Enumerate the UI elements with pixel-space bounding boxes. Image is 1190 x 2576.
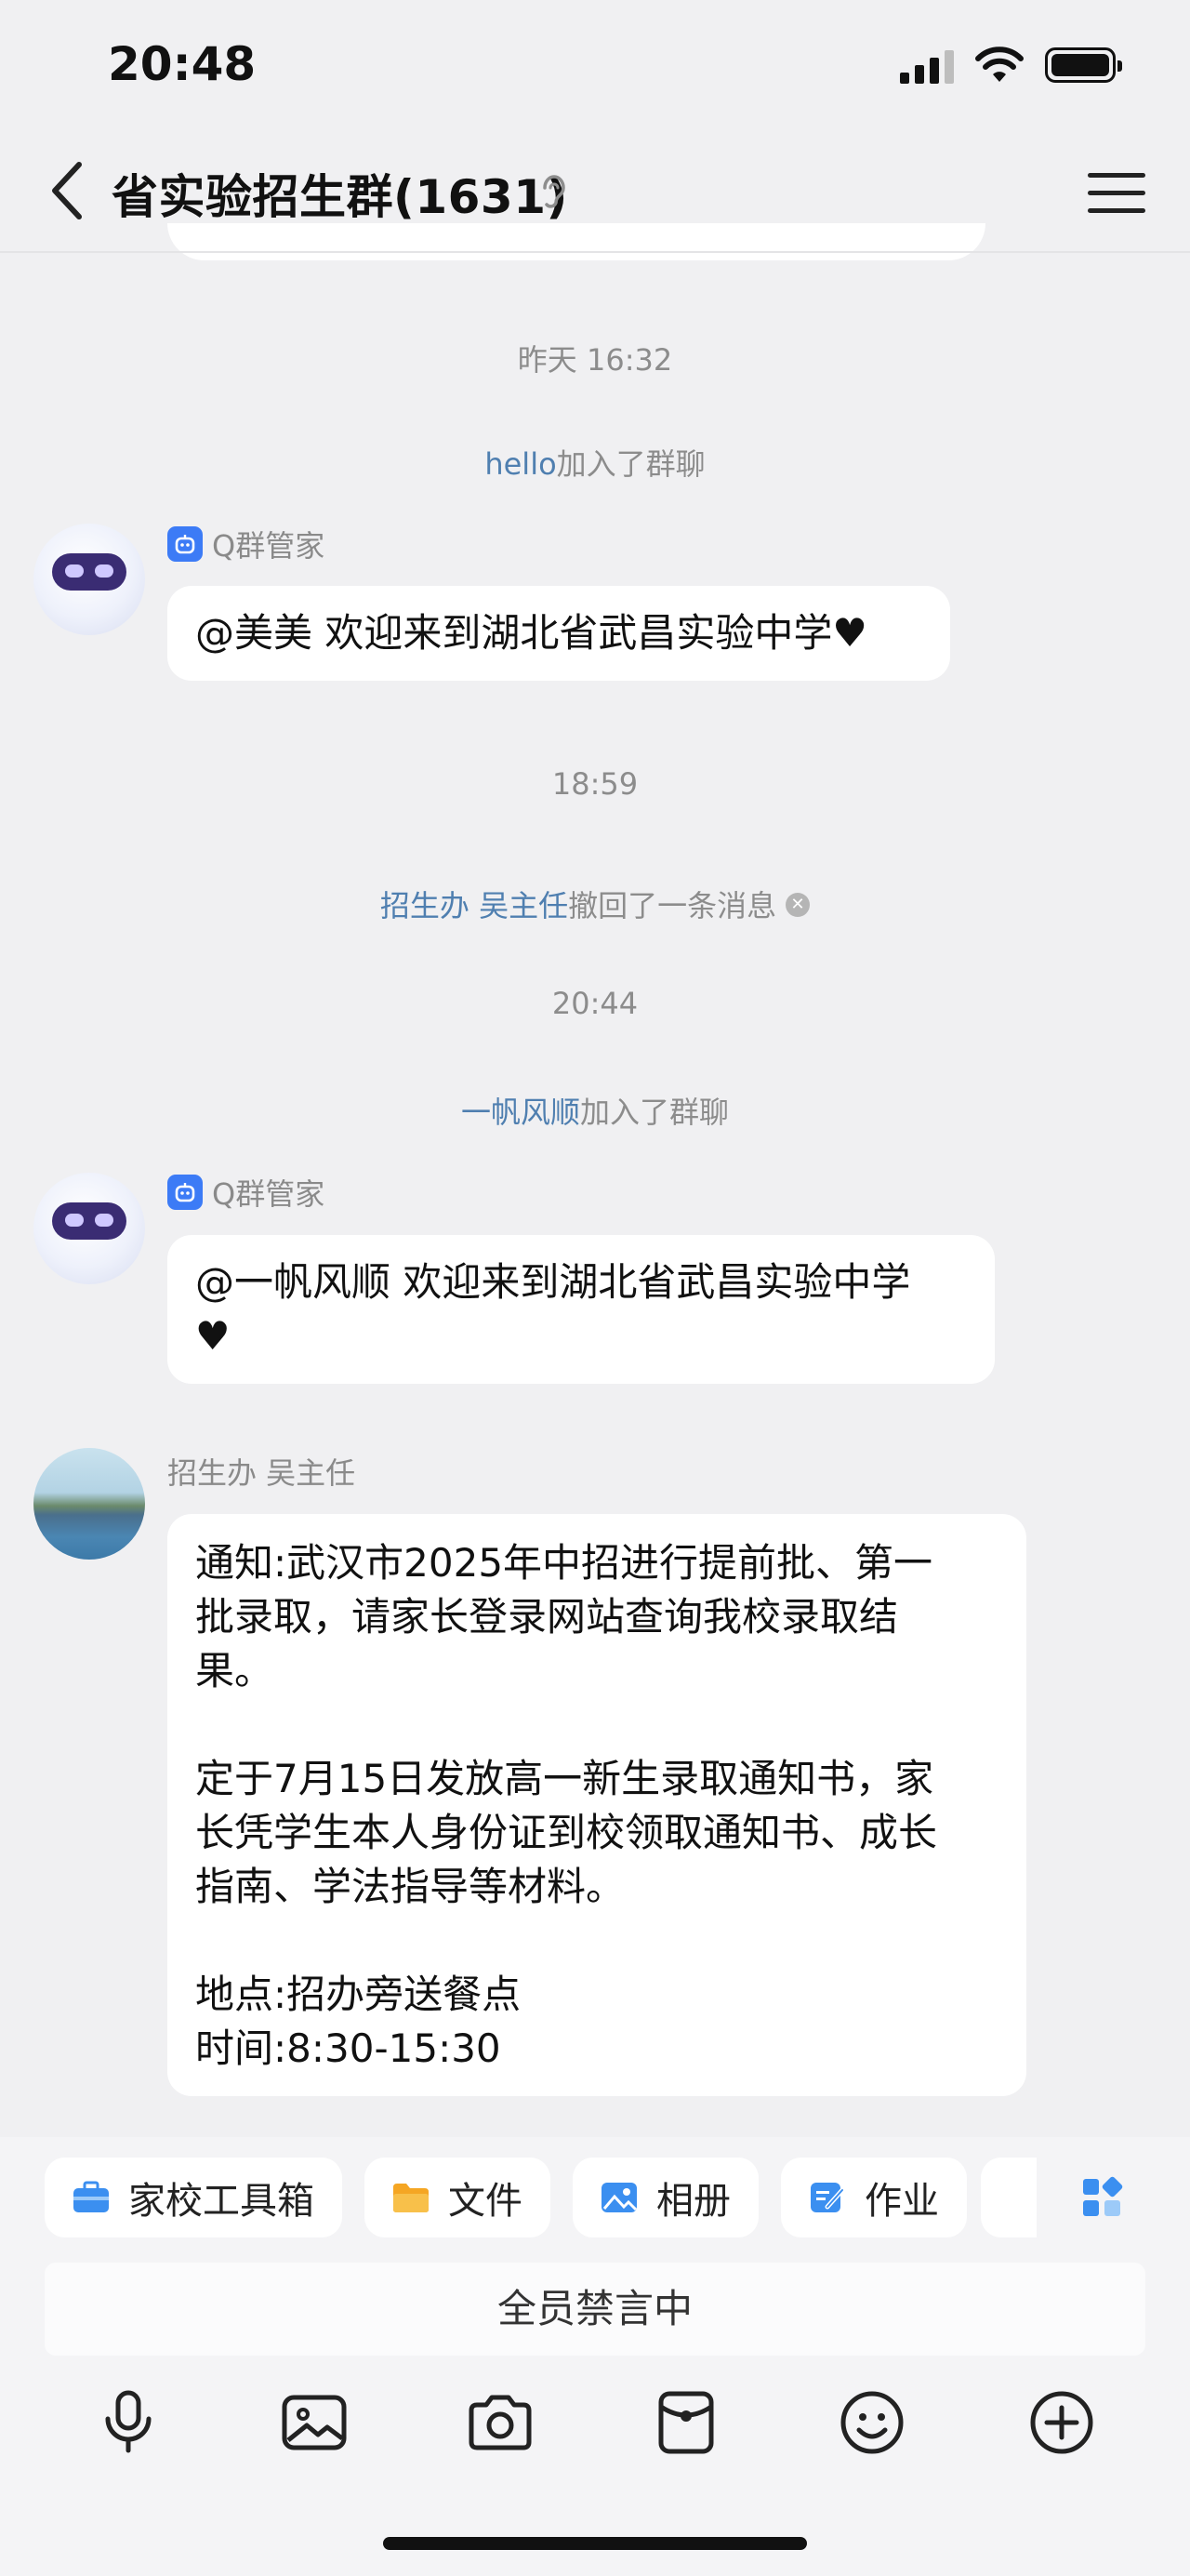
status-icons (900, 46, 1122, 84)
member-name-link[interactable]: hello (484, 446, 556, 482)
message-bubble[interactable]: @一帆风顺 欢迎来到湖北省武昌实验中学 ♥ (167, 1235, 995, 1384)
sender-row: Q群管家 (167, 523, 324, 565)
message-line: 批录取，请家长登录网站查询我校录取结 (195, 1594, 899, 1640)
message-bubble[interactable]: 通知:武汉市2025年中招进行提前批、第一 批录取，请家长登录网站查询我校录取结… (167, 1514, 1026, 2096)
system-join-message: hello加入了群聊 (0, 441, 1190, 484)
chevron-left-icon (52, 162, 82, 219)
homework-icon (811, 2183, 845, 2212)
previous-message-bubble (167, 223, 985, 260)
system-join-message: 一帆风顺加入了群聊 (0, 1089, 1190, 1132)
wifi-icon (975, 46, 1024, 82)
message-line: @一帆风顺 欢迎来到湖北省武昌实验中学 (195, 1259, 911, 1305)
menu-button[interactable] (1088, 164, 1145, 221)
bot-eye (95, 1214, 113, 1227)
input-actions (0, 2383, 1190, 2476)
message-line: 果。 (195, 1648, 274, 1693)
tool-label: 作业 (865, 2180, 939, 2223)
tool-homework-button[interactable]: 作业 (781, 2158, 967, 2237)
back-button[interactable] (33, 158, 99, 223)
join-text: 加入了群聊 (556, 446, 706, 482)
system-recall-message: 招生办 吴主任撤回了一条消息 ✕ (0, 883, 1190, 925)
apps-grid-icon (1083, 2176, 1123, 2216)
tool-file-button[interactable]: 文件 (364, 2158, 550, 2237)
tool-label: 家校工具箱 (128, 2180, 314, 2223)
bot-eye (65, 1214, 84, 1227)
message-line: @美美 欢迎来到湖北省武昌实验中学♥ (195, 610, 868, 656)
timestamp: 20:44 (551, 986, 639, 1021)
bot-visor (52, 1202, 126, 1240)
bot-eye (65, 564, 84, 578)
timestamp: 昨天 16:32 (517, 342, 673, 378)
message-line: ♥ (195, 1313, 231, 1359)
voice-button[interactable] (89, 2383, 167, 2462)
sender-row: Q群管家 (167, 1171, 324, 1214)
cellular-signal-icon (900, 46, 954, 84)
chat-title[interactable]: 省实验招生群(1631) (112, 160, 568, 227)
message-line (195, 1698, 998, 1752)
status-bar: 20:48 (0, 0, 1190, 139)
close-icon[interactable]: ✕ (786, 893, 811, 917)
sender-name[interactable]: 招生办 吴主任 (167, 1450, 355, 1493)
tool-shortcuts: 家校工具箱 文件 相册 作业 (45, 2158, 967, 2237)
message-line (195, 1914, 998, 1968)
muted-notice: 全员禁言中 (45, 2263, 1145, 2356)
emoji-button[interactable] (833, 2383, 911, 2462)
home-indicator[interactable] (383, 2537, 807, 2550)
member-name-link[interactable]: 一帆风顺 (461, 1095, 580, 1130)
sender-name[interactable]: Q群管家 (212, 523, 324, 565)
bottom-panel: 家校工具箱 文件 相册 作业 全员禁言中 (0, 2137, 1190, 2576)
menu-line (1088, 172, 1145, 178)
tool-label: 文件 (448, 2180, 522, 2223)
recall-text: 撤回了一条消息 (568, 888, 777, 923)
battery-icon (1045, 47, 1122, 83)
message-bubble[interactable]: @美美 欢迎来到湖北省武昌实验中学♥ (167, 586, 950, 681)
bot-avatar[interactable] (33, 524, 145, 635)
header-divider (0, 251, 1190, 253)
image-button[interactable] (275, 2383, 353, 2462)
tool-album-button[interactable]: 相册 (573, 2158, 759, 2237)
tool-toolbox-button[interactable]: 家校工具箱 (45, 2158, 342, 2237)
tool-partial-button[interactable] (981, 2158, 1037, 2237)
emoji-icon (840, 2391, 904, 2454)
bot-eye (95, 564, 113, 578)
message-line: 地点:招办旁送餐点 (195, 1972, 522, 2017)
image-icon (282, 2395, 347, 2450)
message-line: 长凭学生本人身份证到校领取通知书、成长 (195, 1810, 938, 1855)
timestamp: 18:59 (551, 766, 639, 802)
bot-badge-icon (167, 526, 203, 562)
message-line: 定于7月15日发放高一新生录取通知书，家 (195, 1756, 934, 1801)
bot-avatar[interactable] (33, 1173, 145, 1284)
red-packet-icon (658, 2391, 714, 2454)
message-line: 指南、学法指导等材料。 (195, 1864, 626, 1909)
camera-button[interactable] (461, 2383, 539, 2462)
bot-badge-icon (167, 1175, 203, 1210)
camera-icon (469, 2395, 532, 2450)
menu-line (1088, 207, 1145, 213)
ear-icon[interactable] (537, 173, 571, 214)
message-line: 时间:8:30-15:30 (195, 2025, 501, 2071)
menu-line (1088, 190, 1145, 195)
more-button[interactable] (1023, 2383, 1101, 2462)
red-packet-button[interactable] (647, 2383, 725, 2462)
toolbox-icon (73, 2181, 109, 2212)
microphone-icon (105, 2390, 152, 2453)
folder-icon (393, 2184, 429, 2212)
message-line: 通知:武汉市2025年中招进行提前批、第一 (195, 1540, 933, 1586)
status-time: 20:48 (108, 37, 257, 91)
join-text: 加入了群聊 (580, 1095, 730, 1130)
sender-name[interactable]: Q群管家 (212, 1171, 324, 1214)
bot-visor (52, 553, 126, 591)
album-icon (602, 2183, 638, 2212)
more-tools-button[interactable] (1060, 2158, 1144, 2237)
tool-label: 相册 (656, 2180, 731, 2223)
sender-row: 招生办 吴主任 (167, 1450, 355, 1493)
user-avatar[interactable] (33, 1448, 145, 1560)
plus-circle-icon (1030, 2391, 1093, 2454)
member-name-link[interactable]: 招生办 吴主任 (380, 888, 568, 923)
